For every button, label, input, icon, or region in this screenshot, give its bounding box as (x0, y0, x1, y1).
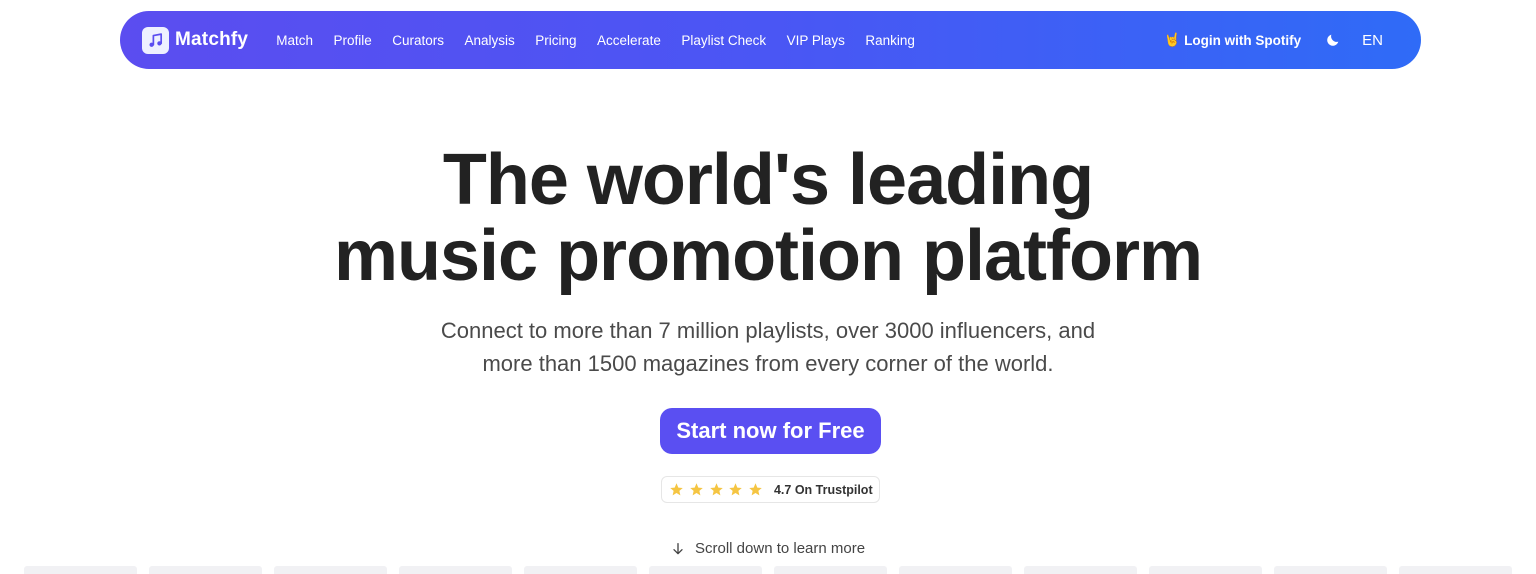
preview-card (149, 566, 262, 574)
nav-link-playlist-check[interactable]: Playlist Check (681, 33, 766, 48)
hero-title-line-2: music promotion platform (333, 216, 1203, 296)
hero-subtitle-line-1: Connect to more than 7 million playlists… (440, 318, 1096, 343)
nav-right: 🤘 Login with Spotify EN (1164, 32, 1399, 49)
login-with-spotify-button[interactable]: 🤘 Login with Spotify (1164, 32, 1301, 48)
hero-subtitle-line-2: more than 1500 magazines from every corn… (482, 351, 1054, 376)
hero-title-line-1: The world's leading (442, 140, 1094, 220)
scroll-down-hint[interactable]: Scroll down to learn more (670, 540, 865, 557)
nav-link-curators[interactable]: Curators (392, 33, 444, 48)
preview-card (399, 566, 512, 574)
star-icon (749, 483, 762, 496)
star-icon (670, 483, 683, 496)
trustpilot-rating-label: 4.7 On Trustpilot (773, 482, 873, 497)
arrow-down-icon (673, 542, 683, 554)
language-selector[interactable]: EN (1362, 32, 1383, 49)
nav-link-analysis[interactable]: Analysis (465, 33, 515, 48)
preview-card (1149, 566, 1262, 574)
nav-link-accelerate[interactable]: Accelerate (597, 33, 661, 48)
nav-link-vip-plays[interactable]: VIP Plays (787, 33, 845, 48)
nav-link-pricing[interactable]: Pricing (535, 33, 576, 48)
hero-title: The world's leading music promotion plat… (0, 142, 1536, 294)
brand-home-link[interactable]: Matchfy (142, 26, 249, 54)
brand-name: Matchfy (175, 29, 249, 50)
login-label: Login with Spotify (1184, 32, 1302, 48)
star-icon (690, 483, 703, 496)
rock-hand-icon: 🤘 (1163, 32, 1181, 47)
preview-card (274, 566, 387, 574)
star-icon (709, 483, 723, 496)
moon-icon[interactable] (1325, 32, 1341, 48)
preview-card (899, 566, 1012, 574)
preview-card (1274, 566, 1387, 574)
nav-links: Match Profile Curators Analysis Pricing … (276, 33, 935, 48)
preview-card (1399, 566, 1512, 574)
preview-card (24, 566, 137, 574)
preview-card (649, 566, 762, 574)
scroll-down-label: Scroll down to learn more (695, 540, 866, 557)
preview-card (774, 566, 887, 574)
star-icon (729, 483, 743, 496)
start-free-button[interactable]: Start now for Free (660, 408, 881, 454)
nav-link-match[interactable]: Match (276, 33, 313, 48)
hero-subtitle: Connect to more than 7 million playlists… (0, 314, 1536, 380)
preview-card (524, 566, 637, 574)
nav-link-profile[interactable]: Profile (333, 33, 371, 48)
preview-card (1024, 566, 1137, 574)
top-navbar: Matchfy Match Profile Curators Analysis … (120, 11, 1421, 69)
trustpilot-badge[interactable]: 4.7 On Trustpilot (661, 476, 880, 503)
nav-link-ranking[interactable]: Ranking (865, 33, 915, 48)
content-preview-strip (0, 566, 1536, 574)
music-note-icon (142, 26, 169, 54)
